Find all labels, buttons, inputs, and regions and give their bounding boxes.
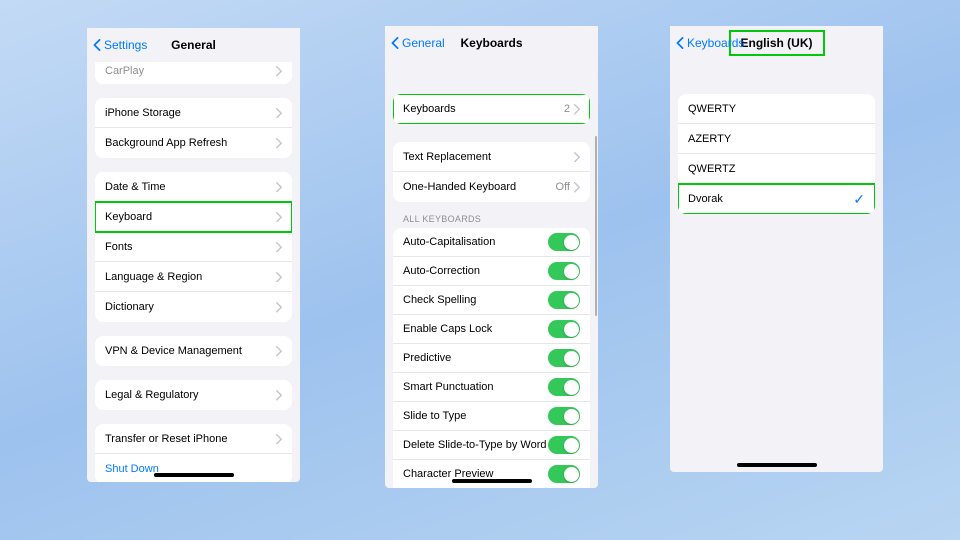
- layout-label: QWERTZ: [688, 163, 865, 175]
- back-button[interactable]: Settings: [93, 38, 147, 52]
- chevron-right-icon: [276, 242, 282, 252]
- group-text-options: Text Replacement One-Handed Keyboard Off: [393, 142, 590, 202]
- row-legal[interactable]: Legal & Regulatory: [95, 380, 292, 410]
- row-language-region[interactable]: Language & Region: [95, 262, 292, 292]
- chevron-left-icon: [676, 37, 684, 49]
- toggle-label: Enable Caps Lock: [403, 323, 548, 335]
- group-storage: iPhone Storage Background App Refresh: [95, 98, 292, 158]
- screen-general: Settings General CarPlay iPhone Storage …: [87, 28, 300, 482]
- chevron-right-icon: [276, 212, 282, 222]
- row-layout-qwertz[interactable]: QWERTZ: [678, 154, 875, 184]
- chevron-right-icon: [276, 302, 282, 312]
- row-keyboards-list[interactable]: Keyboards 2: [393, 94, 590, 124]
- chevron-left-icon: [391, 37, 399, 49]
- navbar: Settings General: [87, 28, 300, 62]
- row-text-replacement[interactable]: Text Replacement: [393, 142, 590, 172]
- home-indicator[interactable]: [737, 463, 817, 467]
- toggle-label: Slide to Type: [403, 410, 548, 422]
- row-toggle-8[interactable]: Character Preview: [393, 460, 590, 488]
- toggle-label: Smart Punctuation: [403, 381, 548, 393]
- chevron-right-icon: [276, 108, 282, 118]
- row-onehanded[interactable]: One-Handed Keyboard Off: [393, 172, 590, 202]
- chevron-right-icon: [574, 104, 580, 114]
- row-bg-app-refresh[interactable]: Background App Refresh: [95, 128, 292, 158]
- back-label: General: [402, 36, 445, 50]
- layout-label: AZERTY: [688, 133, 865, 145]
- row-layout-qwerty[interactable]: QWERTY: [678, 94, 875, 124]
- row-toggle-3[interactable]: Enable Caps Lock: [393, 315, 590, 344]
- row-carplay[interactable]: CarPlay: [95, 62, 292, 84]
- chevron-left-icon: [93, 39, 101, 51]
- row-layout-azerty[interactable]: AZERTY: [678, 124, 875, 154]
- toggle-switch[interactable]: [548, 436, 580, 454]
- row-layout-dvorak[interactable]: Dvorak✓: [678, 184, 875, 214]
- row-toggle-2[interactable]: Check Spelling: [393, 286, 590, 315]
- toggle-switch[interactable]: [548, 233, 580, 251]
- row-shutdown[interactable]: Shut Down: [95, 454, 292, 482]
- navbar: General Keyboards: [385, 26, 598, 60]
- toggle-switch[interactable]: [548, 465, 580, 483]
- keyboards-count: 2: [564, 103, 570, 115]
- chevron-right-icon: [276, 434, 282, 444]
- row-toggle-1[interactable]: Auto-Correction: [393, 257, 590, 286]
- group-legal: Legal & Regulatory: [95, 380, 292, 410]
- group-layouts: QWERTY AZERTY QWERTZ Dvorak✓: [678, 94, 875, 214]
- scrollbar[interactable]: [595, 136, 597, 316]
- navbar: Keyboards English (UK): [670, 26, 883, 60]
- row-dictionary[interactable]: Dictionary: [95, 292, 292, 322]
- chevron-right-icon: [276, 272, 282, 282]
- toggle-label: Auto-Capitalisation: [403, 236, 548, 248]
- toggle-switch[interactable]: [548, 291, 580, 309]
- section-all-keyboards: All Keyboards: [385, 210, 598, 228]
- row-toggle-5[interactable]: Smart Punctuation: [393, 373, 590, 402]
- checkmark-icon: ✓: [853, 192, 865, 206]
- layout-label: QWERTY: [688, 103, 865, 115]
- layout-label: Dvorak: [688, 193, 853, 205]
- back-label: Settings: [104, 38, 147, 52]
- screen-keyboards: General Keyboards Keyboards 2 Text Repla…: [385, 26, 598, 488]
- row-vpn[interactable]: VPN & Device Management: [95, 336, 292, 366]
- chevron-right-icon: [276, 66, 282, 76]
- group-vpn: VPN & Device Management: [95, 336, 292, 366]
- toggle-label: Auto-Correction: [403, 265, 548, 277]
- row-toggle-6[interactable]: Slide to Type: [393, 402, 590, 431]
- toggle-label: Predictive: [403, 352, 548, 364]
- screen-english-uk: Keyboards English (UK) QWERTYAZERTYQWERT…: [670, 26, 883, 472]
- toggle-label: Check Spelling: [403, 294, 548, 306]
- chevron-right-icon: [276, 346, 282, 356]
- chevron-right-icon: [574, 152, 580, 162]
- toggle-label: Delete Slide-to-Type by Word: [403, 439, 548, 451]
- group-datetime: Date & Time Keyboard Fonts Language & Re…: [95, 172, 292, 322]
- row-fonts[interactable]: Fonts: [95, 232, 292, 262]
- chevron-right-icon: [276, 182, 282, 192]
- chevron-right-icon: [276, 390, 282, 400]
- home-indicator[interactable]: [452, 479, 532, 483]
- group-partial: CarPlay: [95, 62, 292, 84]
- toggle-switch[interactable]: [548, 349, 580, 367]
- back-button[interactable]: Keyboards: [676, 36, 744, 50]
- toggle-switch[interactable]: [548, 262, 580, 280]
- row-date-time[interactable]: Date & Time: [95, 172, 292, 202]
- chevron-right-icon: [276, 138, 282, 148]
- row-toggle-7[interactable]: Delete Slide-to-Type by Word: [393, 431, 590, 460]
- row-keyboard[interactable]: Keyboard: [95, 202, 292, 232]
- row-iphone-storage[interactable]: iPhone Storage: [95, 98, 292, 128]
- chevron-right-icon: [574, 182, 580, 192]
- row-toggle-4[interactable]: Predictive: [393, 344, 590, 373]
- back-label: Keyboards: [687, 36, 744, 50]
- group-keyboards: Keyboards 2: [393, 94, 590, 124]
- home-indicator[interactable]: [154, 473, 234, 477]
- toggle-switch[interactable]: [548, 378, 580, 396]
- toggle-switch[interactable]: [548, 407, 580, 425]
- toggle-switch[interactable]: [548, 320, 580, 338]
- back-button[interactable]: General: [391, 36, 445, 50]
- group-toggles: Auto-Capitalisation Auto-Correction Check …: [393, 228, 590, 488]
- row-transfer-reset[interactable]: Transfer or Reset iPhone: [95, 424, 292, 454]
- row-toggle-0[interactable]: Auto-Capitalisation: [393, 228, 590, 257]
